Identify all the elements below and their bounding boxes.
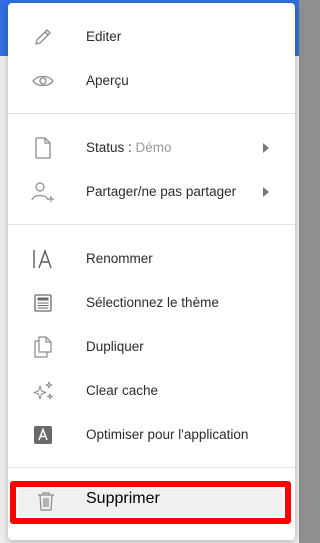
submenu-arrow-icon [261, 141, 271, 155]
menu-item-label: Partager/ne pas partager [86, 184, 237, 199]
eye-icon [30, 69, 56, 93]
app-letter-icon [30, 423, 56, 447]
trash-icon [36, 491, 56, 511]
rename-text-icon [30, 247, 56, 271]
menu-item-status[interactable]: Status : Démo [8, 126, 295, 170]
menu-item-rename[interactable]: Renommer [8, 237, 295, 281]
duplicate-icon [30, 335, 56, 359]
menu-item-duplicate[interactable]: Dupliquer [8, 325, 295, 369]
menu-item-label: Renommer [86, 251, 153, 266]
menu-item-clear-cache[interactable]: Clear cache [8, 369, 295, 413]
submenu-arrow-icon [261, 185, 271, 199]
menu-item-label: Sélectionnez le thème [86, 295, 219, 310]
menu-item-label: Clear cache [86, 383, 159, 398]
menu-divider [8, 467, 295, 468]
menu-item-label: Aperçu [86, 73, 129, 88]
menu-item-preview[interactable]: Aperçu [8, 59, 295, 103]
menu-item-label: Editer [86, 29, 122, 44]
context-menu: Editer Aperçu Status : Démo Partager/ne … [8, 3, 295, 540]
menu-item-select-theme[interactable]: Sélectionnez le thème [8, 281, 295, 325]
sparkles-icon [30, 379, 56, 403]
menu-item-label: Optimiser pour l'application [86, 427, 249, 442]
status-label: Status : Démo [86, 126, 172, 170]
menu-item-share[interactable]: Partager/ne pas partager [8, 170, 295, 214]
menu-divider [8, 113, 295, 114]
menu-item-delete[interactable]: Supprimer [10, 481, 291, 524]
status-value: Démo [135, 140, 172, 155]
file-icon [30, 136, 56, 160]
pencil-icon [30, 25, 56, 49]
menu-item-edit[interactable]: Editer [8, 15, 295, 59]
user-add-icon [30, 180, 56, 204]
menu-item-optimize-app[interactable]: Optimiser pour l'application [8, 413, 295, 457]
theme-layout-icon [30, 291, 56, 315]
status-prefix: Status : [86, 140, 136, 155]
menu-divider [8, 224, 295, 225]
menu-item-label: Supprimer [86, 490, 160, 507]
menu-item-label: Dupliquer [86, 339, 144, 354]
